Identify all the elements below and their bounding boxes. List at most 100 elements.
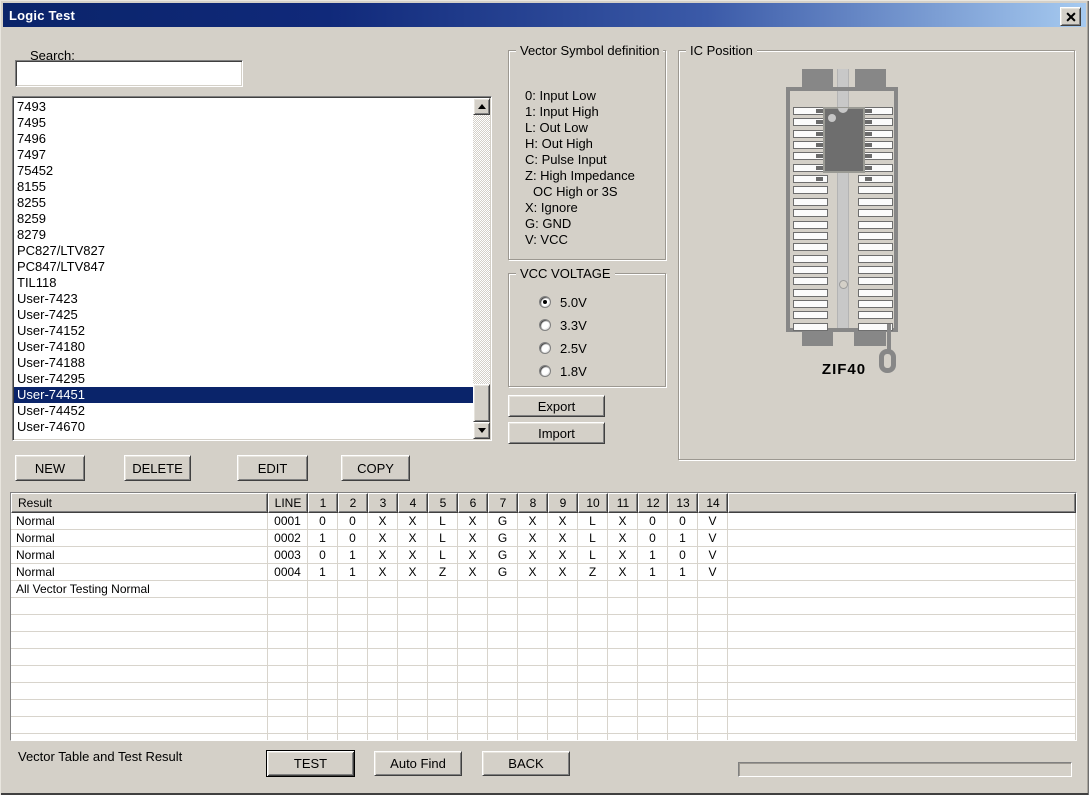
list-item[interactable]: User-74670 (14, 419, 473, 435)
vector-cell (518, 683, 548, 700)
list-item[interactable]: User-74451 (14, 387, 473, 403)
titlebar[interactable]: Logic Test (3, 3, 1086, 27)
socket-top-tab (802, 69, 833, 88)
list-item[interactable]: 75452 (14, 163, 473, 179)
vector-cell: X (548, 513, 578, 530)
filler-cell (728, 700, 1076, 717)
socket-pin-left (793, 186, 828, 194)
test-button[interactable]: TEST (266, 750, 355, 777)
vector-cell (458, 649, 488, 666)
result-row[interactable]: Normal000210XXLXGXXLX01V (11, 530, 1076, 547)
list-item[interactable]: 8279 (14, 227, 473, 243)
column-header[interactable]: 2 (338, 493, 368, 513)
list-item[interactable]: User-74188 (14, 355, 473, 371)
copy-button[interactable]: COPY (341, 455, 410, 481)
vector-cell (698, 649, 728, 666)
column-header[interactable]: 6 (458, 493, 488, 513)
list-item[interactable]: PC847/LTV847 (14, 259, 473, 275)
vector-symbol-line: C: Pulse Input (525, 152, 635, 168)
result-row[interactable]: Normal000301XXLXGXXLX10V (11, 547, 1076, 564)
vector-symbol-line: V: VCC (525, 232, 635, 248)
column-header[interactable]: 12 (638, 493, 668, 513)
ic-list-scrollbar[interactable] (473, 98, 490, 439)
search-input[interactable] (15, 60, 243, 87)
list-item[interactable]: PC827/LTV827 (14, 243, 473, 259)
vector-cell: X (608, 547, 638, 564)
socket-pin-left (793, 255, 828, 263)
delete-button[interactable]: DELETE (124, 455, 191, 481)
column-header[interactable]: Result (11, 493, 268, 513)
list-item[interactable]: User-74180 (14, 339, 473, 355)
list-item[interactable]: User-74295 (14, 371, 473, 387)
column-header[interactable]: LINE (268, 493, 308, 513)
list-item[interactable]: User-7423 (14, 291, 473, 307)
vector-cell (338, 734, 368, 741)
column-header[interactable]: 13 (668, 493, 698, 513)
scroll-down-button[interactable] (473, 422, 490, 439)
vector-cell: X (368, 530, 398, 547)
column-header[interactable]: 3 (368, 493, 398, 513)
edit-button[interactable]: EDIT (237, 455, 308, 481)
back-button[interactable]: BACK (482, 751, 570, 776)
column-header[interactable]: 4 (398, 493, 428, 513)
vector-cell (428, 598, 458, 615)
scrollbar-track[interactable] (473, 115, 490, 422)
vector-cell (458, 581, 488, 598)
list-item[interactable]: 7497 (14, 147, 473, 163)
line-cell: 0002 (268, 530, 308, 547)
list-item[interactable]: 7496 (14, 131, 473, 147)
socket-pin-right (858, 221, 893, 229)
list-item[interactable]: 7493 (14, 99, 473, 115)
list-item[interactable]: TIL118 (14, 275, 473, 291)
vector-cell (398, 666, 428, 683)
vector-cell (308, 581, 338, 598)
export-button[interactable]: Export (508, 395, 605, 417)
list-item[interactable]: 8155 (14, 179, 473, 195)
scrollbar-thumb[interactable] (473, 384, 490, 422)
socket-pin-right (858, 243, 893, 251)
vcc-radio-3.3V[interactable]: 3.3V (539, 318, 587, 332)
vcc-radio-5.0V[interactable]: 5.0V (539, 295, 587, 309)
vector-cell (608, 734, 638, 741)
list-item[interactable]: User-74152 (14, 323, 473, 339)
vector-cell (398, 717, 428, 734)
vector-cell: L (578, 513, 608, 530)
vector-cell (638, 649, 668, 666)
socket-pin-right (858, 175, 893, 183)
filler-cell (728, 615, 1076, 632)
list-item[interactable]: 7495 (14, 115, 473, 131)
auto-find-button[interactable]: Auto Find (374, 751, 462, 776)
new-button[interactable]: NEW (15, 455, 85, 481)
socket-pin-left (793, 323, 828, 331)
column-header[interactable]: 8 (518, 493, 548, 513)
scroll-up-button[interactable] (473, 98, 490, 115)
empty-row (11, 683, 1076, 700)
column-header[interactable]: 11 (608, 493, 638, 513)
result-row[interactable]: Normal000100XXLXGXXLX00V (11, 513, 1076, 530)
import-button[interactable]: Import (508, 422, 605, 444)
pin-contact (865, 109, 872, 113)
vector-cell: 0 (638, 513, 668, 530)
vector-cell (338, 717, 368, 734)
column-header[interactable]: 5 (428, 493, 458, 513)
list-item[interactable]: 8255 (14, 195, 473, 211)
vector-cell (428, 700, 458, 717)
vector-cell: X (458, 513, 488, 530)
list-item[interactable]: User-74452 (14, 403, 473, 419)
vcc-radio-2.5V[interactable]: 2.5V (539, 341, 587, 355)
column-header[interactable]: 9 (548, 493, 578, 513)
vector-symbol-line: 1: Input High (525, 104, 635, 120)
column-header[interactable]: 14 (698, 493, 728, 513)
result-row[interactable]: Normal000411XXZXGXXZX11V (11, 564, 1076, 581)
column-header[interactable]: 10 (578, 493, 608, 513)
column-header[interactable]: 7 (488, 493, 518, 513)
socket-pin-right (858, 311, 893, 319)
list-item[interactable]: 8259 (14, 211, 473, 227)
vcc-radio-1.8V[interactable]: 1.8V (539, 364, 587, 378)
list-item[interactable]: User-7425 (14, 307, 473, 323)
radio-label: 3.3V (560, 318, 587, 333)
vector-cell (578, 717, 608, 734)
column-header[interactable]: 1 (308, 493, 338, 513)
close-button[interactable] (1060, 7, 1081, 26)
arrow-up-icon (478, 104, 486, 109)
